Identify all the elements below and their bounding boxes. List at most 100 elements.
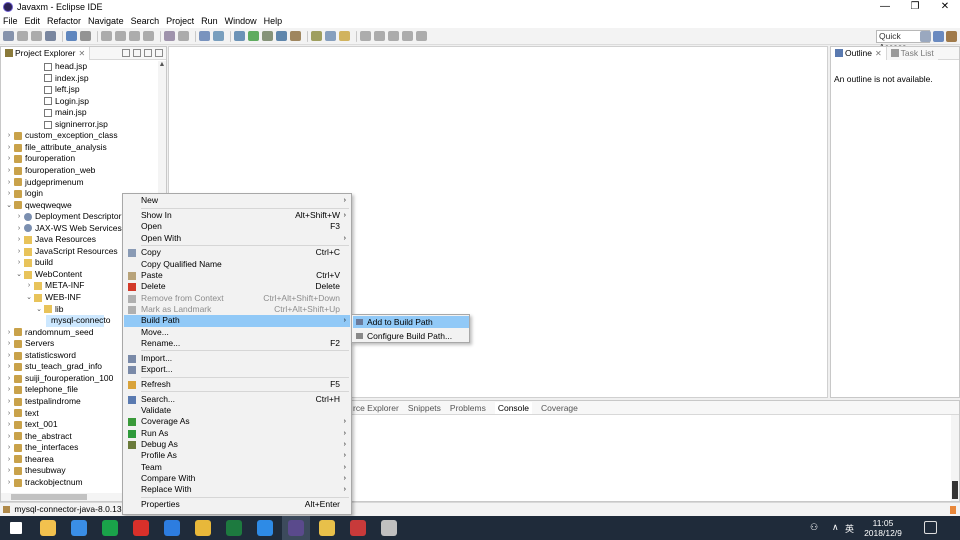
tree-item[interactable]: Login.jsp: [36, 96, 89, 108]
collapsed-arrow-icon[interactable]: ›: [6, 338, 12, 350]
java-ee-perspective-icon[interactable]: [933, 31, 944, 42]
scrollbar-thumb[interactable]: [11, 494, 87, 500]
expanded-arrow-icon[interactable]: ⌄: [16, 269, 22, 281]
collapsed-arrow-icon[interactable]: ›: [6, 477, 12, 489]
kugou-music-icon[interactable]: [164, 520, 180, 536]
tree-item[interactable]: ⌄ WebContent: [16, 269, 82, 281]
collapsed-arrow-icon[interactable]: ›: [6, 350, 12, 362]
menu-project[interactable]: Project: [166, 16, 194, 26]
collapsed-arrow-icon[interactable]: ›: [6, 442, 12, 454]
scroll-up-icon[interactable]: ▲: [158, 61, 166, 69]
menu-item-copy[interactable]: Copy Ctrl+C: [124, 247, 350, 259]
tree-item[interactable]: › text: [6, 408, 39, 420]
collapsed-arrow-icon[interactable]: ›: [6, 153, 12, 165]
tray-expand-icon[interactable]: ∧: [832, 522, 839, 533]
submenu-item-add-to-build-path[interactable]: Add to Build Path: [353, 316, 469, 328]
task-list-tab[interactable]: Task List: [886, 46, 938, 60]
collapsed-arrow-icon[interactable]: ›: [6, 130, 12, 142]
notification-center-icon[interactable]: [924, 521, 937, 534]
tree-item[interactable]: › Servers: [6, 338, 54, 350]
toolbar-button-icon[interactable]: [45, 31, 56, 41]
windows-start-icon[interactable]: [10, 522, 22, 534]
toolbar-button-icon[interactable]: [101, 31, 112, 41]
toolbar-button-icon[interactable]: [416, 31, 427, 41]
tree-item[interactable]: › fouroperation_web: [6, 165, 96, 177]
collapse-all-icon[interactable]: [122, 49, 130, 57]
tree-item[interactable]: › thearea: [6, 454, 54, 466]
excel-icon[interactable]: [226, 520, 242, 536]
menu-item-build-path[interactable]: Build Path ›: [124, 315, 350, 327]
tree-item[interactable]: ⌄ qweqweqwe: [6, 200, 72, 212]
maximize-view-icon[interactable]: [155, 49, 163, 57]
paint-app-icon[interactable]: [319, 520, 335, 536]
expanded-arrow-icon[interactable]: ⌄: [36, 304, 42, 316]
tree-item[interactable]: › testpalindrome: [6, 396, 81, 408]
tree-item[interactable]: › suiji_fouroperation_100: [6, 373, 114, 385]
menu-file[interactable]: File: [3, 16, 18, 26]
toolbar-button-icon[interactable]: [66, 31, 77, 41]
menu-item-run-as[interactable]: Run As ›: [124, 428, 350, 440]
game-app-icon[interactable]: [350, 520, 366, 536]
system-clock[interactable]: 11:05 2018/12/9: [858, 518, 908, 538]
collapsed-arrow-icon[interactable]: ›: [6, 361, 12, 373]
menu-edit[interactable]: Edit: [25, 16, 41, 26]
menu-item-compare-with[interactable]: Compare With ›: [124, 473, 350, 485]
tree-item[interactable]: mysql-connecto: [46, 315, 111, 327]
tree-item[interactable]: › Java Resources: [16, 234, 96, 246]
collapsed-arrow-icon[interactable]: ›: [6, 373, 12, 385]
menu-window[interactable]: Window: [225, 16, 257, 26]
tree-item[interactable]: › the_interfaces: [6, 442, 79, 454]
restore-button[interactable]: ❐: [900, 0, 930, 14]
tree-item[interactable]: main.jsp: [36, 107, 87, 119]
expanded-arrow-icon[interactable]: ⌄: [26, 292, 32, 304]
collapsed-arrow-icon[interactable]: ›: [6, 384, 12, 396]
collapsed-arrow-icon[interactable]: ›: [16, 211, 22, 223]
toolbar-button-icon[interactable]: [31, 31, 42, 41]
toolbar-button-icon[interactable]: [262, 31, 273, 41]
toolbar-button-icon[interactable]: [143, 31, 154, 41]
close-button[interactable]: ✕: [930, 0, 960, 14]
collapsed-arrow-icon[interactable]: ›: [16, 234, 22, 246]
tree-item[interactable]: › the_abstract: [6, 431, 72, 443]
toolbar-button-icon[interactable]: [402, 31, 413, 41]
collapsed-arrow-icon[interactable]: ›: [16, 246, 22, 258]
tree-item[interactable]: › randomnum_seed: [6, 327, 94, 339]
calculator-app-icon[interactable]: [102, 520, 118, 536]
close-outline-icon[interactable]: ✕: [875, 49, 882, 58]
menu-item-validate[interactable]: Validate: [124, 405, 350, 417]
tree-item[interactable]: › stu_teach_grad_info: [6, 361, 102, 373]
menu-item-replace-with[interactable]: Replace With ›: [124, 484, 350, 496]
tab-problems[interactable]: Problems: [450, 403, 486, 413]
menu-item-paste[interactable]: Paste Ctrl+V: [124, 270, 350, 282]
toolbar-button-icon[interactable]: [248, 31, 259, 41]
tree-item[interactable]: › thesubway: [6, 465, 66, 477]
toolbar-button-icon[interactable]: [115, 31, 126, 41]
tree-item[interactable]: › fouroperation: [6, 153, 75, 165]
tree-item[interactable]: › custom_exception_class: [6, 130, 118, 142]
outline-tab[interactable]: Outline ✕: [831, 46, 887, 60]
menu-run[interactable]: Run: [201, 16, 218, 26]
submenu-item-configure-build-path[interactable]: Configure Build Path...: [353, 330, 469, 342]
collapsed-arrow-icon[interactable]: ›: [16, 223, 22, 235]
toolbar-button-icon[interactable]: [374, 31, 385, 41]
toolbar-button-icon[interactable]: [164, 31, 175, 41]
qq-browser-icon[interactable]: [257, 520, 273, 536]
project-explorer-tab[interactable]: Project Explorer ✕: [1, 46, 91, 60]
collapsed-arrow-icon[interactable]: ›: [6, 419, 12, 431]
tree-item[interactable]: › JAX-WS Web Services: [16, 223, 122, 235]
link-editor-icon[interactable]: [133, 49, 141, 57]
tree-item[interactable]: › text_001: [6, 419, 58, 431]
menu-search[interactable]: Search: [131, 16, 160, 26]
tool-app-icon[interactable]: [381, 520, 397, 536]
collapsed-arrow-icon[interactable]: ›: [6, 408, 12, 420]
tab-snippets[interactable]: Snippets: [408, 403, 441, 413]
menu-item-rename[interactable]: Rename... F2: [124, 338, 350, 350]
toolbar-button-icon[interactable]: [234, 31, 245, 41]
menu-navigate[interactable]: Navigate: [88, 16, 124, 26]
toolbar-button-icon[interactable]: [178, 31, 189, 41]
collapsed-arrow-icon[interactable]: ›: [6, 188, 12, 200]
collapsed-arrow-icon[interactable]: ›: [6, 465, 12, 477]
close-view-icon[interactable]: ✕: [78, 49, 85, 58]
tree-item[interactable]: head.jsp: [36, 61, 87, 73]
toolbar-button-icon[interactable]: [3, 31, 14, 41]
